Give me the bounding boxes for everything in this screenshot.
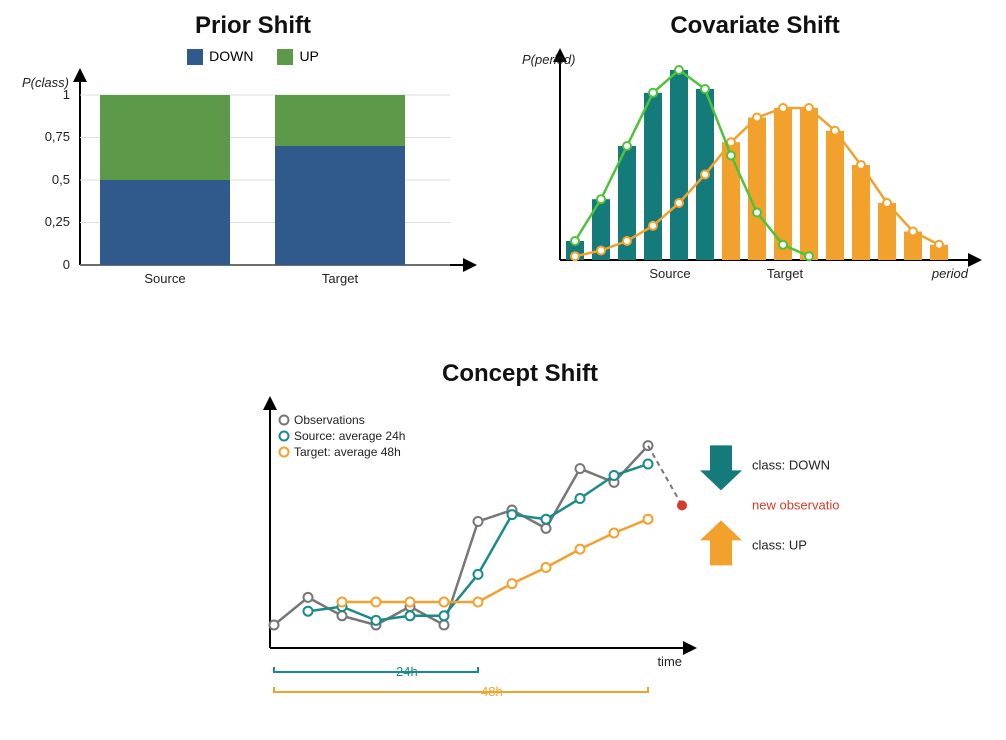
prior-title: Prior Shift (18, 12, 488, 40)
ytick-0: 0 (63, 257, 70, 272)
covariate-chart: Source Target period P(period) (520, 40, 990, 310)
xtick-source: Source (144, 271, 185, 286)
bracket-24h: 24h (396, 664, 418, 679)
prior-ylabel: P(class) (22, 75, 69, 90)
label-new-obs: new observation (752, 497, 840, 512)
concept-chart: class: DOWN new observation class: UP time… (200, 388, 840, 728)
prior-chart: 0 0,25 0,5 0,75 1 Source Target P(class) (18, 65, 488, 305)
concept-xlabel: time (657, 654, 682, 669)
ytick-075: 0,75 (45, 129, 70, 144)
label-class-up: class: UP (752, 537, 807, 552)
legend-tgt: Target: average 48h (294, 445, 401, 459)
bracket-48h: 48h (481, 684, 503, 699)
covariate-shift-panel: Covariate Shift Source Target period P(p… (520, 12, 990, 310)
legend-src: Source: average 24h (294, 429, 405, 443)
label-class-down: class: DOWN (752, 457, 830, 472)
xtick-target: Target (322, 271, 359, 286)
cov-ylabel: P(period) (522, 52, 575, 67)
legend-up: UP (277, 48, 318, 65)
covariate-title: Covariate Shift (520, 12, 990, 40)
ytick-05: 0,5 (52, 172, 70, 187)
prior-legend: DOWN UP (18, 48, 488, 65)
concept-title: Concept Shift (200, 360, 840, 388)
cov-xlabel: period (931, 266, 969, 281)
prior-shift-panel: Prior Shift DOWN UP 0 0,25 0,5 0,75 1 (18, 12, 488, 305)
concept-shift-panel: Concept Shift class: DOWN new observation… (200, 360, 840, 728)
ytick-025: 0,25 (45, 214, 70, 229)
cov-xtick-source: Source (649, 266, 690, 281)
legend-obs: Observations (294, 413, 365, 427)
cov-xtick-target: Target (767, 266, 804, 281)
legend-down: DOWN (187, 48, 253, 65)
